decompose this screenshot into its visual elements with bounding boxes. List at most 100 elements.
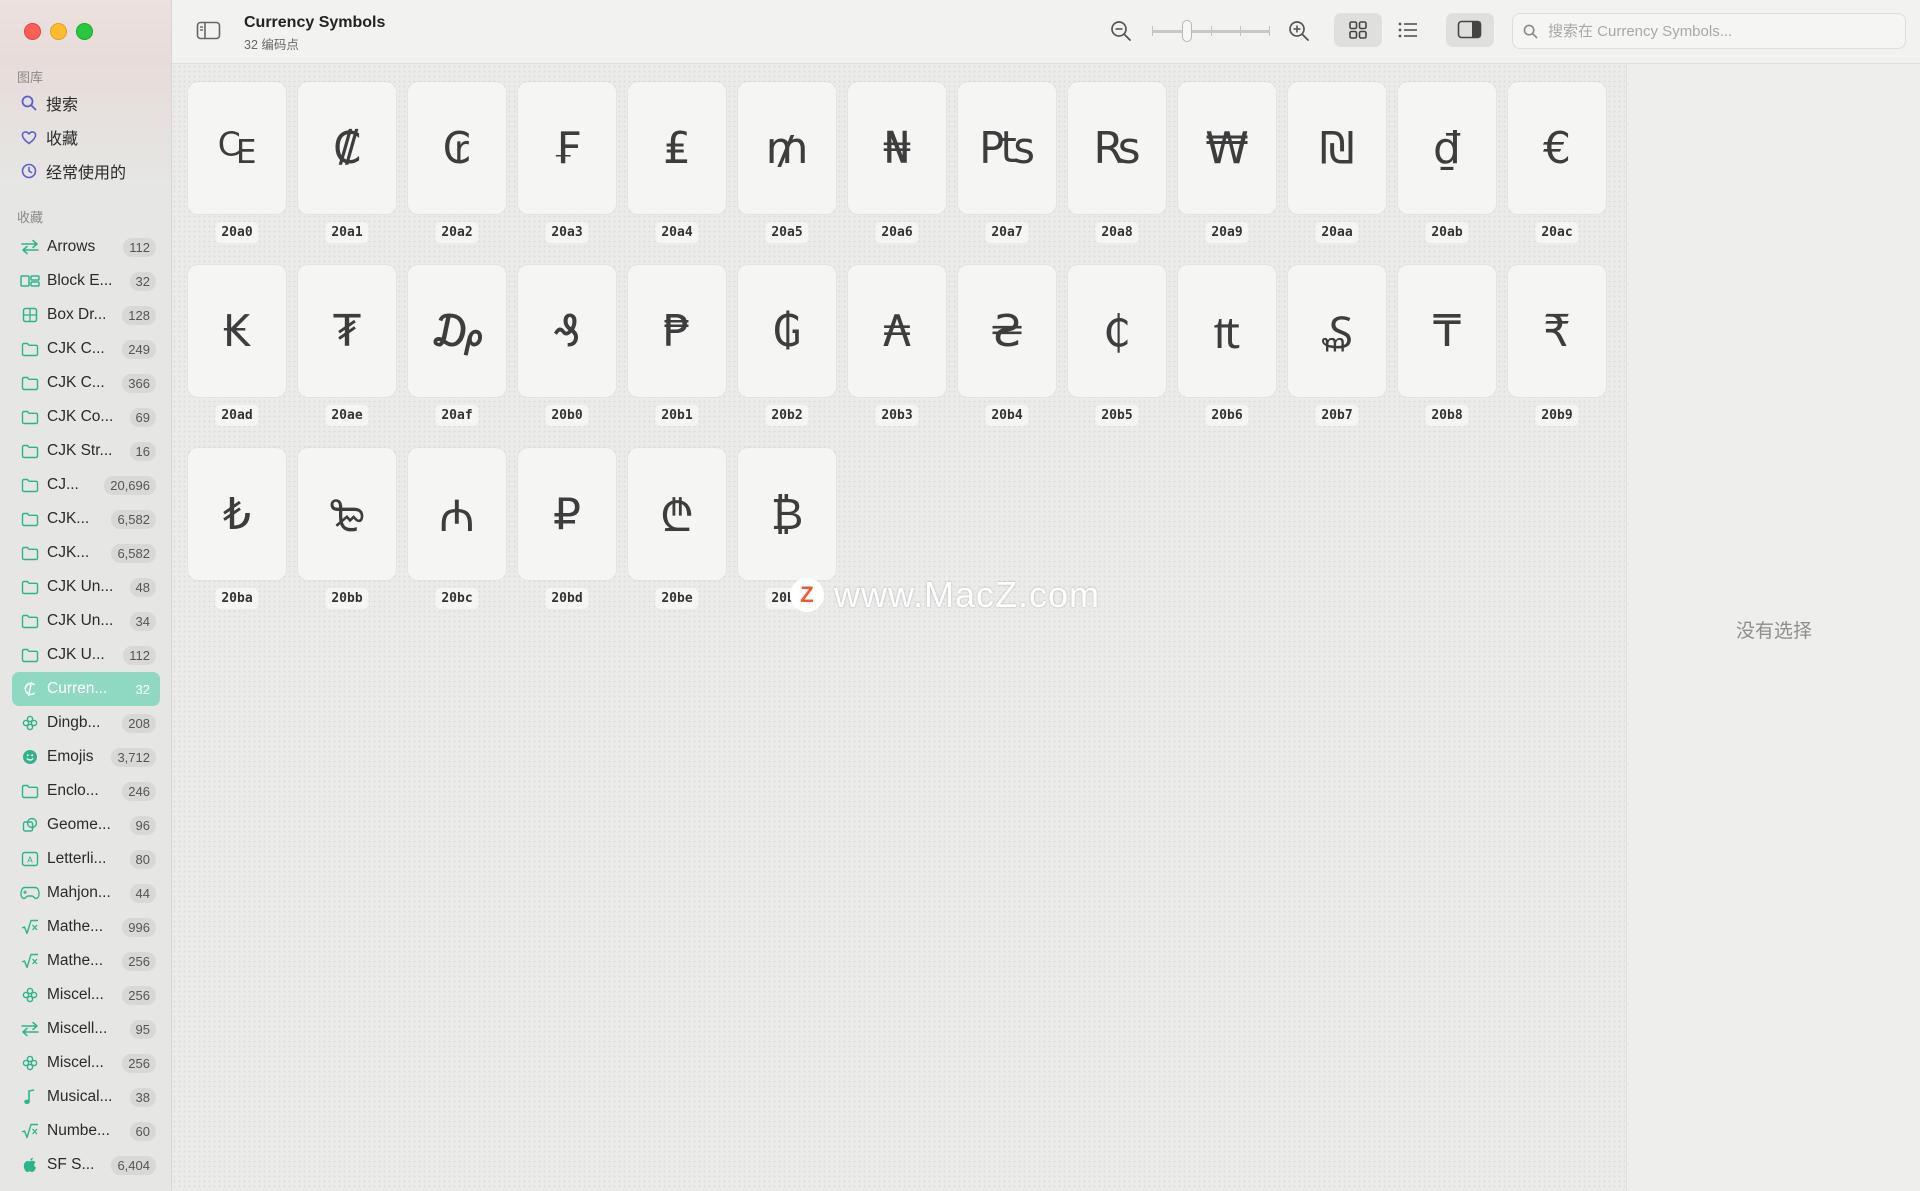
glyph-tile[interactable]: ₹ bbox=[1508, 265, 1606, 397]
minimize-window-button[interactable] bbox=[50, 23, 67, 40]
sidebar-item-favorites[interactable]: 收藏 bbox=[20, 122, 160, 152]
glyph-tile[interactable]: ₲ bbox=[738, 265, 836, 397]
glyph-tile[interactable]: ₵ bbox=[1068, 265, 1166, 397]
glyph-tile[interactable]: ₯ bbox=[408, 265, 506, 397]
zoom-out-button[interactable] bbox=[1110, 20, 1132, 47]
sidebar-collection-item[interactable]: SF S... 6,404 bbox=[12, 1148, 160, 1182]
glyph-cell[interactable]: ₤ 20a4 bbox=[628, 82, 726, 247]
toggle-sidebar-button[interactable] bbox=[196, 20, 222, 42]
close-window-button[interactable] bbox=[24, 23, 41, 40]
sidebar-collection-item[interactable]: CJK Str... 16 bbox=[12, 434, 160, 468]
glyph-cell[interactable]: ₷ 20b7 bbox=[1288, 265, 1386, 430]
glyph-cell[interactable]: ₶ 20b6 bbox=[1178, 265, 1276, 430]
glyph-tile[interactable]: ₪ bbox=[1288, 82, 1386, 214]
glyph-cell[interactable]: ₭ 20ad bbox=[188, 265, 286, 430]
glyph-cell[interactable]: ₵ 20b5 bbox=[1068, 265, 1166, 430]
sidebar-collection-item[interactable]: CJK Un... 48 bbox=[12, 570, 160, 604]
glyph-tile[interactable]: ₴ bbox=[958, 265, 1056, 397]
glyph-cell[interactable]: ₢ 20a2 bbox=[408, 82, 506, 247]
sidebar-collection-item[interactable]: CJK C... 249 bbox=[12, 332, 160, 366]
glyph-cell[interactable]: ₰ 20b0 bbox=[518, 265, 616, 430]
glyph-cell[interactable]: ₪ 20aa bbox=[1288, 82, 1386, 247]
glyph-cell[interactable]: ₣ 20a3 bbox=[518, 82, 616, 247]
glyph-cell[interactable]: ₠ 20a0 bbox=[188, 82, 286, 247]
sidebar-collection-item[interactable]: CJK U... 112 bbox=[12, 638, 160, 672]
glyph-cell[interactable]: ₹20b9 bbox=[1508, 265, 1606, 430]
sidebar-item-frequently-used[interactable]: 经常使用的 bbox=[20, 156, 160, 186]
glyph-tile[interactable]: ₩ bbox=[1178, 82, 1276, 214]
glyph-tile[interactable]: ₫ bbox=[1398, 82, 1496, 214]
sidebar-collection-item[interactable]: Dingb... 208 bbox=[12, 706, 160, 740]
maximize-window-button[interactable] bbox=[76, 23, 93, 40]
sidebar-item-search[interactable]: 搜索 bbox=[20, 88, 160, 118]
sidebar-collection-item[interactable]: Miscell... 95 bbox=[12, 1012, 160, 1046]
glyph-cell[interactable]: ₺ 20ba bbox=[188, 448, 286, 613]
zoom-slider-thumb[interactable] bbox=[1182, 20, 1192, 42]
glyph-tile[interactable]: ₱ bbox=[628, 265, 726, 397]
sidebar-collection-item[interactable]: CJK Co... 69 bbox=[12, 400, 160, 434]
sidebar-collection-item[interactable]: CJ... 20,696 bbox=[12, 468, 160, 502]
glyph-cell[interactable]: ₫ 20ab bbox=[1398, 82, 1496, 247]
sidebar-collection-item[interactable]: Geome... 96 bbox=[12, 808, 160, 842]
glyph-tile[interactable]: ₸ bbox=[1398, 265, 1496, 397]
sidebar-collection-item[interactable]: Block E... 32 bbox=[12, 264, 160, 298]
search-field[interactable] bbox=[1512, 13, 1906, 49]
sidebar-collection-item[interactable]: Curren... 32 bbox=[12, 672, 160, 706]
sidebar-collection-item[interactable]: CJK... 6,582 bbox=[12, 502, 160, 536]
glyph-tile[interactable]: ₾ bbox=[628, 448, 726, 580]
sidebar-collection-item[interactable]: Numbe... 60 bbox=[12, 1114, 160, 1148]
glyph-cell[interactable]: ₧ 20a7 bbox=[958, 82, 1056, 247]
search-input[interactable] bbox=[1546, 21, 1890, 41]
glyph-cell[interactable]: ₳ 20b3 bbox=[848, 265, 946, 430]
glyph-tile[interactable]: ₰ bbox=[518, 265, 616, 397]
glyph-cell[interactable]: ₻ 20bb bbox=[298, 448, 396, 613]
sidebar-collection-item[interactable]: Miscel... 256 bbox=[12, 978, 160, 1012]
glyph-tile[interactable]: ₼ bbox=[408, 448, 506, 580]
sidebar-collection-item[interactable]: Musical... 38 bbox=[12, 1080, 160, 1114]
glyph-tile[interactable]: ₧ bbox=[958, 82, 1056, 214]
glyph-tile[interactable]: ₺ bbox=[188, 448, 286, 580]
glyph-cell[interactable]: ₱ 20b1 bbox=[628, 265, 726, 430]
glyph-cell[interactable]: ₼ 20bc bbox=[408, 448, 506, 613]
sidebar-collection-item[interactable]: CJK C... 366 bbox=[12, 366, 160, 400]
glyph-tile[interactable]: ₭ bbox=[188, 265, 286, 397]
sidebar-collection-item[interactable]: CJK Un... 34 bbox=[12, 604, 160, 638]
glyph-cell[interactable]: ₽20bd bbox=[518, 448, 616, 613]
glyph-tile[interactable]: ₨ bbox=[1068, 82, 1166, 214]
glyph-tile[interactable]: ₳ bbox=[848, 265, 946, 397]
glyph-cell[interactable]: ₮ 20ae bbox=[298, 265, 396, 430]
sidebar-collection-item[interactable]: CJK... 6,582 bbox=[12, 536, 160, 570]
glyph-cell[interactable]: ₨ 20a8 bbox=[1068, 82, 1166, 247]
glyph-tile[interactable]: ₷ bbox=[1288, 265, 1386, 397]
glyph-tile[interactable]: ₮ bbox=[298, 265, 396, 397]
glyph-cell[interactable]: €20ac bbox=[1508, 82, 1606, 247]
glyph-tile[interactable]: ₦ bbox=[848, 82, 946, 214]
sidebar-collection-item[interactable]: Emojis 3,712 bbox=[12, 740, 160, 774]
glyph-cell[interactable]: ₡ 20a1 bbox=[298, 82, 396, 247]
glyph-tile[interactable]: ₥ bbox=[738, 82, 836, 214]
glyph-cell[interactable]: ₥ 20a5 bbox=[738, 82, 836, 247]
sidebar-collection-item[interactable]: A Letterli... 80 bbox=[12, 842, 160, 876]
glyph-cell[interactable]: ₴ 20b4 bbox=[958, 265, 1056, 430]
sidebar-collection-item[interactable]: Arrows 112 bbox=[12, 230, 160, 264]
glyph-cell[interactable]: ₾ 20be bbox=[628, 448, 726, 613]
sidebar-collection-item[interactable]: Miscel... 256 bbox=[12, 1046, 160, 1080]
glyph-tile[interactable]: ₶ bbox=[1178, 265, 1276, 397]
toggle-inspector-button[interactable] bbox=[1446, 13, 1494, 47]
grid-view-button[interactable] bbox=[1334, 13, 1382, 47]
sidebar-collection-item[interactable]: Mathe... 996 bbox=[12, 910, 160, 944]
glyph-tile[interactable]: ₽ bbox=[518, 448, 616, 580]
list-view-button[interactable] bbox=[1384, 13, 1432, 47]
glyph-tile[interactable]: ₿ bbox=[738, 448, 836, 580]
glyph-tile[interactable]: ₢ bbox=[408, 82, 506, 214]
glyph-cell[interactable]: ₩20a9 bbox=[1178, 82, 1276, 247]
glyph-tile[interactable]: € bbox=[1508, 82, 1606, 214]
sidebar-collection-item[interactable]: Box Dr... 128 bbox=[12, 298, 160, 332]
glyph-cell[interactable]: ₦ 20a6 bbox=[848, 82, 946, 247]
zoom-in-button[interactable] bbox=[1288, 20, 1310, 47]
glyph-tile[interactable]: ₤ bbox=[628, 82, 726, 214]
glyph-tile[interactable]: ₠ bbox=[188, 82, 286, 214]
sidebar-collection-item[interactable]: Mathe... 256 bbox=[12, 944, 160, 978]
glyph-tile[interactable]: ₡ bbox=[298, 82, 396, 214]
sidebar-collection-item[interactable]: Mahjon... 44 bbox=[12, 876, 160, 910]
